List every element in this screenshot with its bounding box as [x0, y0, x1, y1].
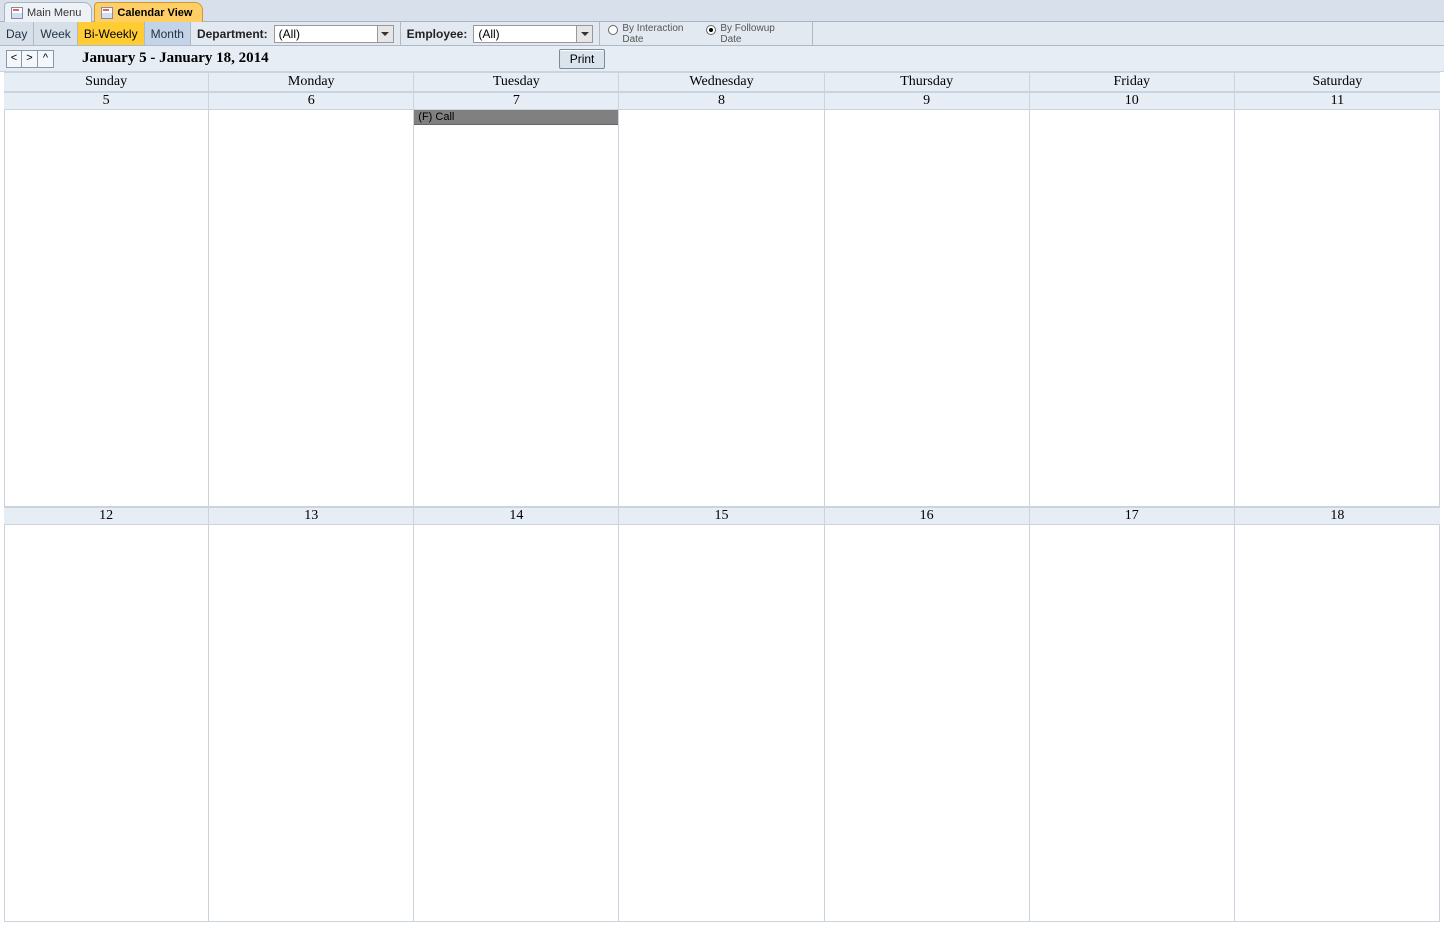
date-number[interactable]: 12 — [4, 508, 209, 524]
employee-filter: Employee: (All) — [401, 22, 601, 45]
department-combobox[interactable]: (All) — [274, 25, 394, 43]
employee-value: (All) — [474, 26, 576, 42]
day-cell[interactable] — [209, 525, 414, 922]
day-cell[interactable] — [1235, 110, 1440, 507]
tab-calendar-view[interactable]: Calendar View — [94, 2, 203, 22]
day-cell[interactable] — [1030, 525, 1235, 922]
days-of-week-header: Sunday Monday Tuesday Wednesday Thursday… — [4, 72, 1440, 92]
date-number[interactable]: 8 — [619, 93, 824, 109]
date-number[interactable]: 14 — [414, 508, 619, 524]
date-number[interactable]: 9 — [825, 93, 1030, 109]
radio-icon — [706, 25, 716, 35]
view-biweekly-button[interactable]: Bi-Weekly — [78, 22, 145, 45]
tab-label: Calendar View — [117, 7, 192, 19]
dow-sunday: Sunday — [4, 73, 209, 91]
radio-by-interaction-date[interactable]: By Interaction Date — [608, 23, 692, 45]
dow-saturday: Saturday — [1235, 73, 1440, 91]
calendar-event[interactable]: (F) Call — [414, 110, 618, 125]
day-cell[interactable] — [825, 110, 1030, 507]
date-number[interactable]: 18 — [1235, 508, 1440, 524]
day-cell[interactable]: (F) Call — [414, 110, 619, 507]
date-number[interactable]: 11 — [1235, 93, 1440, 109]
radio-label: By Interaction Date — [622, 23, 692, 45]
day-cell[interactable] — [414, 525, 619, 922]
day-cell[interactable] — [619, 525, 824, 922]
date-number[interactable]: 10 — [1030, 93, 1235, 109]
calendar-app: Main Menu Calendar View Day Week Bi-Week… — [0, 0, 1444, 926]
dow-thursday: Thursday — [825, 73, 1030, 91]
form-icon — [11, 7, 23, 19]
calendar-grid: 5 6 7 8 9 10 11 (F) Call — [4, 92, 1440, 922]
tab-label: Main Menu — [27, 7, 81, 19]
nav-row: < > ^ January 5 - January 18, 2014 Print — [0, 46, 1444, 72]
prev-button[interactable]: < — [6, 50, 22, 68]
employee-label: Employee: — [407, 27, 468, 41]
toolbar-spacer — [813, 22, 1444, 45]
date-number[interactable]: 6 — [209, 93, 414, 109]
day-cell[interactable] — [1235, 525, 1440, 922]
date-number[interactable]: 13 — [209, 508, 414, 524]
department-label: Department: — [197, 27, 268, 41]
date-number[interactable]: 16 — [825, 508, 1030, 524]
employee-combobox[interactable]: (All) — [473, 25, 593, 43]
department-value: (All) — [275, 26, 377, 42]
date-number-row: 5 6 7 8 9 10 11 — [4, 92, 1440, 110]
radio-by-followup-date[interactable]: By Followup Date — [706, 23, 790, 45]
day-cell[interactable] — [1030, 110, 1235, 507]
department-filter: Department: (All) — [191, 22, 401, 45]
up-button[interactable]: ^ — [38, 50, 54, 68]
view-day-button[interactable]: Day — [0, 22, 34, 45]
print-button[interactable]: Print — [559, 49, 606, 69]
view-toolbar: Day Week Bi-Weekly Month Department: (Al… — [0, 22, 1444, 46]
form-icon — [101, 7, 113, 19]
date-mode-radios: By Interaction Date By Followup Date — [600, 22, 813, 45]
document-tabs-bar: Main Menu Calendar View — [0, 0, 1444, 22]
dow-wednesday: Wednesday — [619, 73, 824, 91]
day-cell[interactable] — [4, 110, 209, 507]
day-cells-row: (F) Call — [4, 110, 1440, 507]
day-cells-row — [4, 525, 1440, 922]
date-number[interactable]: 7 — [414, 93, 619, 109]
week-row: 12 13 14 15 16 17 18 — [4, 507, 1440, 922]
radio-label: By Followup Date — [720, 23, 790, 45]
date-number[interactable]: 15 — [619, 508, 824, 524]
radio-icon — [608, 25, 618, 35]
chevron-down-icon — [377, 26, 393, 42]
view-week-button[interactable]: Week — [34, 22, 77, 45]
date-range-label: January 5 - January 18, 2014 — [82, 50, 269, 67]
dow-tuesday: Tuesday — [414, 73, 619, 91]
next-button[interactable]: > — [22, 50, 38, 68]
day-cell[interactable] — [209, 110, 414, 507]
chevron-down-icon — [576, 26, 592, 42]
tab-main-menu[interactable]: Main Menu — [4, 2, 92, 22]
dow-friday: Friday — [1030, 73, 1235, 91]
date-number[interactable]: 5 — [4, 93, 209, 109]
day-cell[interactable] — [619, 110, 824, 507]
date-number-row: 12 13 14 15 16 17 18 — [4, 507, 1440, 525]
day-cell[interactable] — [4, 525, 209, 922]
dow-monday: Monday — [209, 73, 414, 91]
view-month-button[interactable]: Month — [145, 22, 191, 45]
day-cell[interactable] — [825, 525, 1030, 922]
date-number[interactable]: 17 — [1030, 508, 1235, 524]
week-row: 5 6 7 8 9 10 11 (F) Call — [4, 92, 1440, 507]
